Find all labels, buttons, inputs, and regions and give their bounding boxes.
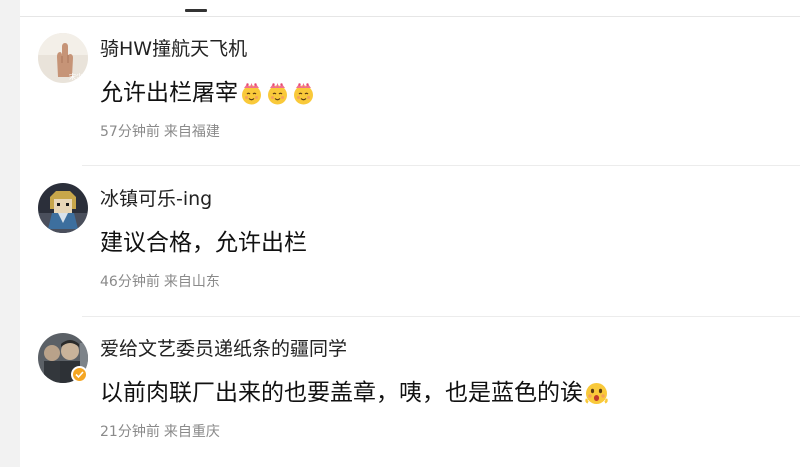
surprised-emoji-icon (584, 381, 609, 406)
comment-meta: 57分钟前 来自福建 (100, 123, 220, 141)
comment-page: 宋尘 骑HW撞航天飞机 允许出栏屠宰 57分钟前 来自福建 冰镇可乐-ing 建… (0, 0, 800, 467)
verified-badge-icon (71, 366, 88, 383)
tiara-smile-emoji-icon (265, 81, 290, 106)
avatar[interactable]: 宋尘 (38, 33, 88, 83)
comment-text: 以前肉联厂出来的也要盖章，咦，也是蓝色的诶 (100, 378, 609, 408)
username[interactable]: 冰镇可乐-ing (100, 187, 212, 211)
tiara-smile-emoji-icon (291, 81, 316, 106)
comment-time: 57分钟前 (100, 124, 160, 140)
username[interactable]: 骑HW撞航天飞机 (100, 37, 247, 61)
comment-location: 来自重庆 (163, 424, 220, 440)
tab-bar (20, 0, 800, 17)
comment-meta: 46分钟前 来自山东 (100, 273, 220, 291)
comment-text-content: 允许出栏屠宰 (100, 80, 238, 106)
comment-text-content: 建议合格，允许出栏 (100, 230, 307, 256)
comment-time: 46分钟前 (100, 274, 160, 290)
tiara-smile-emoji-icon (239, 81, 264, 106)
avatar[interactable] (38, 183, 88, 233)
anime-character-avatar-icon (38, 183, 88, 233)
comment-text: 允许出栏屠宰 (100, 78, 316, 108)
comment-location: 来自福建 (163, 124, 220, 140)
comment-item: 冰镇可乐-ing 建议合格，允许出栏 46分钟前 来自山东 (20, 166, 800, 316)
comment-text: 建议合格，允许出栏 (100, 228, 307, 258)
comment-location: 来自山东 (163, 274, 220, 290)
comment-text-content: 以前肉联厂出来的也要盖章，咦，也是蓝色的诶 (100, 380, 583, 406)
comment-item: 爱给文艺委员递纸条的疆同学 以前肉联厂出来的也要盖章，咦，也是蓝色的诶 21分钟… (20, 316, 800, 466)
avatar-caption: 宋尘 (69, 72, 83, 81)
comment-item: 宋尘 骑HW撞航天飞机 允许出栏屠宰 57分钟前 来自福建 (20, 16, 800, 166)
hand-avatar-icon: 宋尘 (38, 33, 88, 83)
comment-time: 21分钟前 (100, 424, 160, 440)
active-tab-indicator[interactable] (185, 9, 207, 12)
username[interactable]: 爱给文艺委员递纸条的疆同学 (100, 337, 347, 361)
comment-meta: 21分钟前 来自重庆 (100, 423, 220, 441)
left-gutter (0, 0, 20, 467)
